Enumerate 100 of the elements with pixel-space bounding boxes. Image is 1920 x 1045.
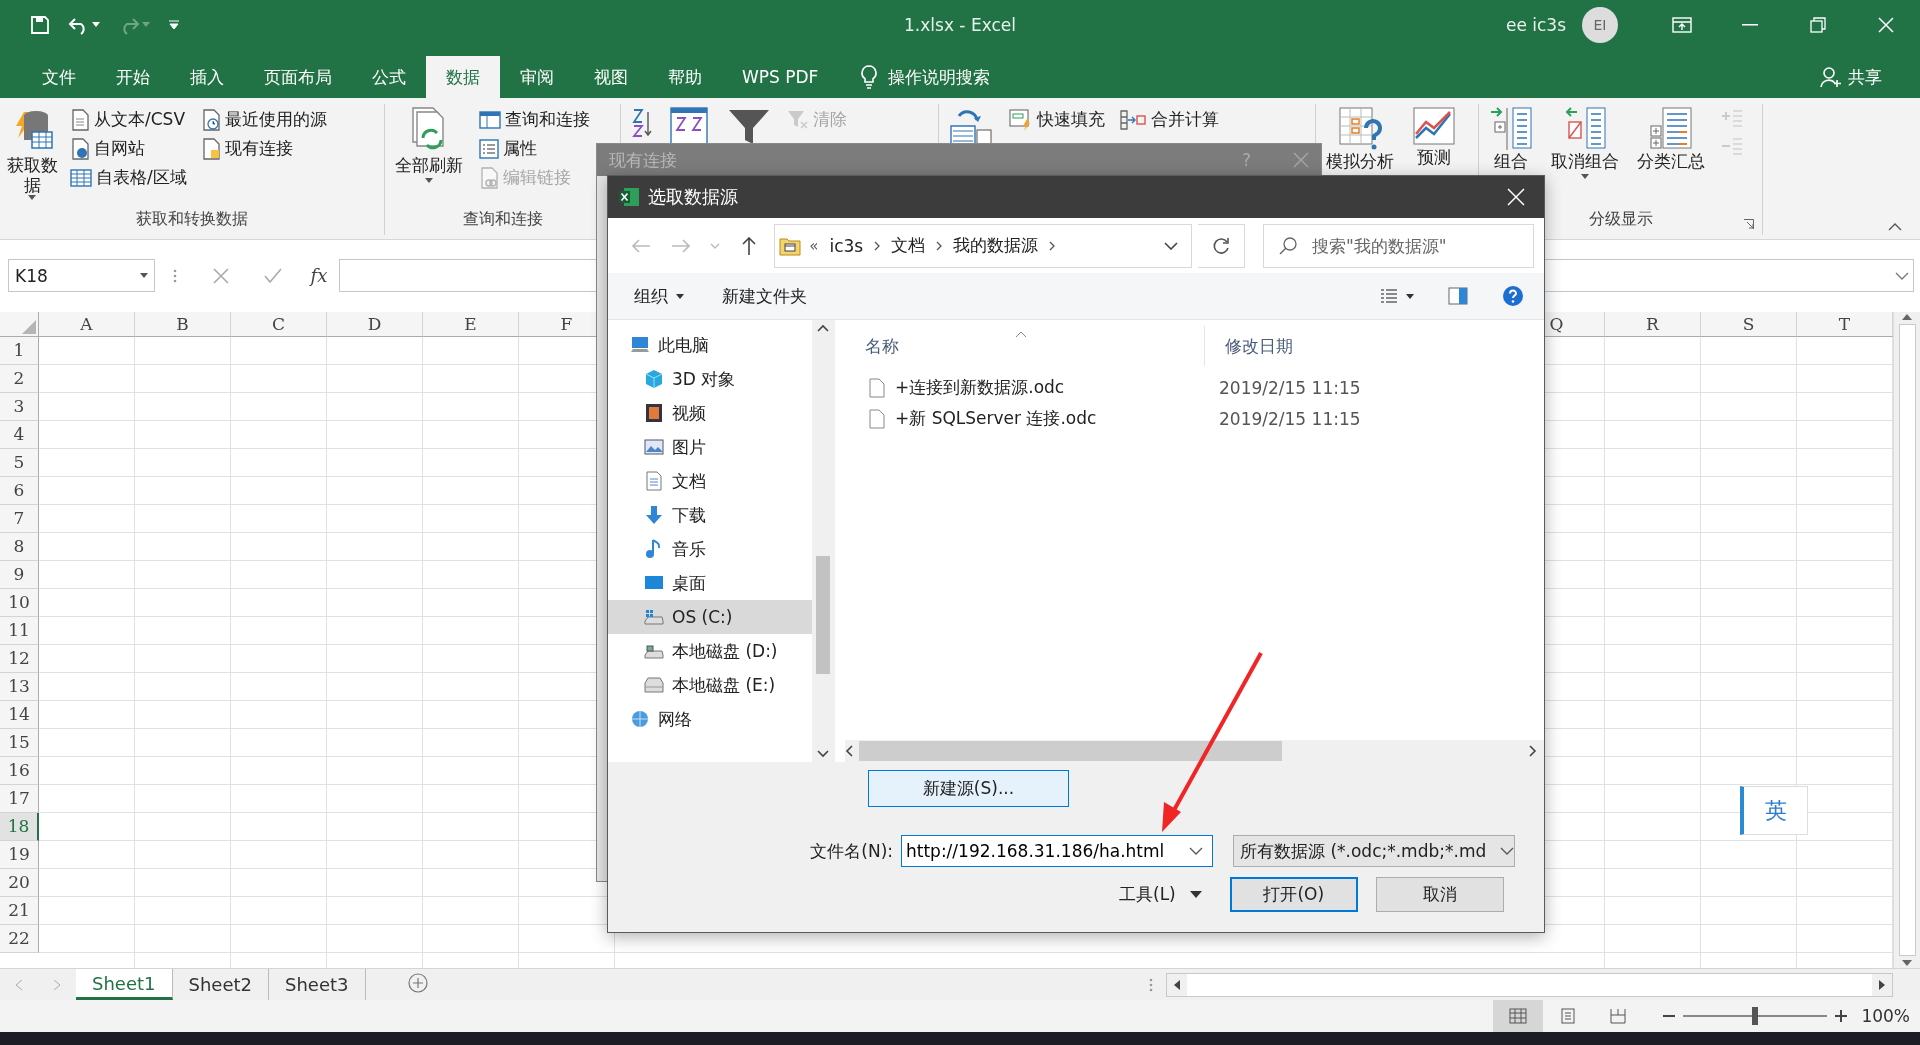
column-header[interactable]: 修改日期 <box>1205 326 1299 366</box>
ribbon-button[interactable]: 预测 <box>1406 104 1462 170</box>
row-header[interactable]: 22 <box>0 925 39 953</box>
breadcrumb-item[interactable]: ic3s <box>826 235 867 256</box>
row-header[interactable]: 20 <box>0 869 39 897</box>
row-header[interactable]: 4 <box>0 421 39 449</box>
cancel-button[interactable]: 取消 <box>1375 877 1504 912</box>
ribbon-tab[interactable]: 页面布局 <box>244 56 352 98</box>
user-avatar[interactable]: EI <box>1582 6 1618 43</box>
ribbon-button[interactable]: 现有连接 <box>196 135 331 162</box>
column-header[interactable]: E <box>423 312 519 337</box>
insert-function-button[interactable]: fx <box>299 265 339 286</box>
row-header[interactable]: 1 <box>0 337 39 365</box>
ribbon-tab[interactable]: 公式 <box>352 56 426 98</box>
column-header[interactable]: R <box>1605 312 1701 337</box>
ribbon-tab[interactable]: 审阅 <box>500 56 574 98</box>
row-header[interactable]: 2 <box>0 365 39 393</box>
row-header[interactable]: 8 <box>0 533 39 561</box>
address-bar[interactable]: « ic3s 文档 我的数据源 <box>774 223 1192 268</box>
checkmark-icon[interactable] <box>264 267 282 284</box>
row-header[interactable]: 12 <box>0 645 39 673</box>
nav-item[interactable]: 文档 <box>608 464 812 498</box>
open-button[interactable]: 打开(O) <box>1229 877 1358 912</box>
zoom-level[interactable]: 100% <box>1861 1006 1910 1026</box>
scroll-left-icon[interactable] <box>16 979 22 990</box>
ribbon-button[interactable]: 最近使用的源 <box>196 106 331 133</box>
ribbon-tab[interactable]: 文件 <box>22 56 96 98</box>
row-header[interactable]: 11 <box>0 617 39 645</box>
nav-item[interactable]: 桌面 <box>608 566 812 600</box>
row-header[interactable]: 7 <box>0 505 39 533</box>
ribbon-button[interactable]: 全部刷新 <box>389 104 469 185</box>
row-header[interactable]: 16 <box>0 757 39 785</box>
row-header[interactable]: 9 <box>0 561 39 589</box>
breadcrumb-item[interactable]: 我的数据源 <box>950 234 1042 257</box>
select-all-icon[interactable] <box>22 320 36 334</box>
ribbon-tab[interactable]: 开始 <box>96 56 170 98</box>
column-header[interactable]: A <box>39 312 135 337</box>
nav-item[interactable]: 视频 <box>608 396 812 430</box>
nav-item[interactable]: OS (C:) <box>608 600 812 634</box>
zoom-in-icon[interactable] <box>1835 1010 1848 1022</box>
row-header[interactable]: 18 <box>0 813 39 841</box>
breadcrumb-item[interactable]: 文档 <box>888 234 929 257</box>
ribbon-button[interactable]: 从文本/CSV <box>66 106 191 133</box>
file-name[interactable]: +连接到新数据源.odc <box>895 376 1065 399</box>
column-header[interactable]: C <box>231 312 327 337</box>
nav-item[interactable]: 网络 <box>608 702 812 736</box>
row-header[interactable]: 5 <box>0 449 39 477</box>
organize-button[interactable]: 组织 <box>626 280 692 312</box>
scrollbar[interactable] <box>845 740 1544 762</box>
column-header[interactable]: B <box>135 312 231 337</box>
nav-item[interactable]: 音乐 <box>608 532 812 566</box>
ribbon-button[interactable]: 自网站 <box>66 135 191 162</box>
input-method-indicator[interactable]: 英 <box>1740 786 1808 835</box>
row-header[interactable]: 10 <box>0 589 39 617</box>
row-header[interactable]: 17 <box>0 785 39 813</box>
tools-button[interactable]: 工具(L) <box>1113 882 1208 907</box>
scroll-right-icon[interactable] <box>54 979 60 990</box>
row-header[interactable]: 21 <box>0 897 39 925</box>
close-icon[interactable] <box>1293 152 1309 168</box>
ribbon-button[interactable]: 分类汇总 <box>1631 104 1711 174</box>
scrollbar[interactable] <box>812 320 834 762</box>
tell-me-search[interactable]: 操作说明搜索 <box>888 65 991 89</box>
column-header[interactable]: S <box>1701 312 1797 337</box>
ribbon-tab[interactable]: 数据 <box>426 56 500 98</box>
horizontal-scrollbar[interactable] <box>1166 972 1893 997</box>
new-folder-button[interactable]: 新建文件夹 <box>714 280 815 312</box>
row-header[interactable]: 3 <box>0 393 39 421</box>
name-box[interactable]: K18 <box>8 259 155 292</box>
row-header[interactable]: 19 <box>0 841 39 869</box>
customize-toolbar-button[interactable] <box>166 17 182 32</box>
ribbon-tab[interactable]: WPS PDF <box>722 56 839 98</box>
column-header[interactable]: T <box>1797 312 1893 337</box>
search-field[interactable]: 搜索"我的数据源" <box>1263 223 1534 268</box>
nav-item[interactable]: 图片 <box>608 430 812 464</box>
view-button[interactable] <box>1493 1000 1544 1032</box>
ribbon-button[interactable]: 属性 <box>475 135 594 162</box>
nav-item[interactable]: 本地磁盘 (E:) <box>608 668 812 702</box>
zoom-slider-thumb[interactable] <box>1752 1007 1759 1025</box>
ribbon-button[interactable]: 模拟分析 <box>1320 104 1400 174</box>
nav-item[interactable]: 下载 <box>608 498 812 532</box>
ribbon-tab[interactable]: 帮助 <box>648 56 722 98</box>
refresh-button[interactable] <box>1197 223 1245 268</box>
file-name-field[interactable]: http://192.168.31.186/ha.html <box>901 835 1213 867</box>
cancel-icon[interactable] <box>213 267 229 284</box>
ribbon-button[interactable]: 自表格/区域 <box>66 164 191 191</box>
chevron-down-icon[interactable] <box>1163 241 1178 250</box>
ribbon-button[interactable]: 组合 <box>1483 104 1539 174</box>
row-header[interactable]: 14 <box>0 701 39 729</box>
chevron-down-icon[interactable] <box>1189 847 1203 855</box>
row-header[interactable]: 13 <box>0 673 39 701</box>
ribbon-button[interactable]: 快速填充 <box>1005 106 1109 133</box>
ribbon-button[interactable]: 查询和连接 <box>475 106 594 133</box>
ribbon-button[interactable]: 获取数据 <box>4 104 60 205</box>
row-header[interactable]: 6 <box>0 477 39 505</box>
file-type-dropdown[interactable]: 所有数据源 (*.odc;*.mdb;*.md <box>1233 835 1515 867</box>
ribbon-button[interactable]: 合并计算 <box>1115 106 1223 133</box>
share-button[interactable]: 共享 <box>1814 56 1888 98</box>
ribbon-tab[interactable]: 插入 <box>170 56 244 98</box>
scrollbar-thumb[interactable] <box>816 556 830 674</box>
column-header[interactable]: 名称 <box>845 326 1205 366</box>
